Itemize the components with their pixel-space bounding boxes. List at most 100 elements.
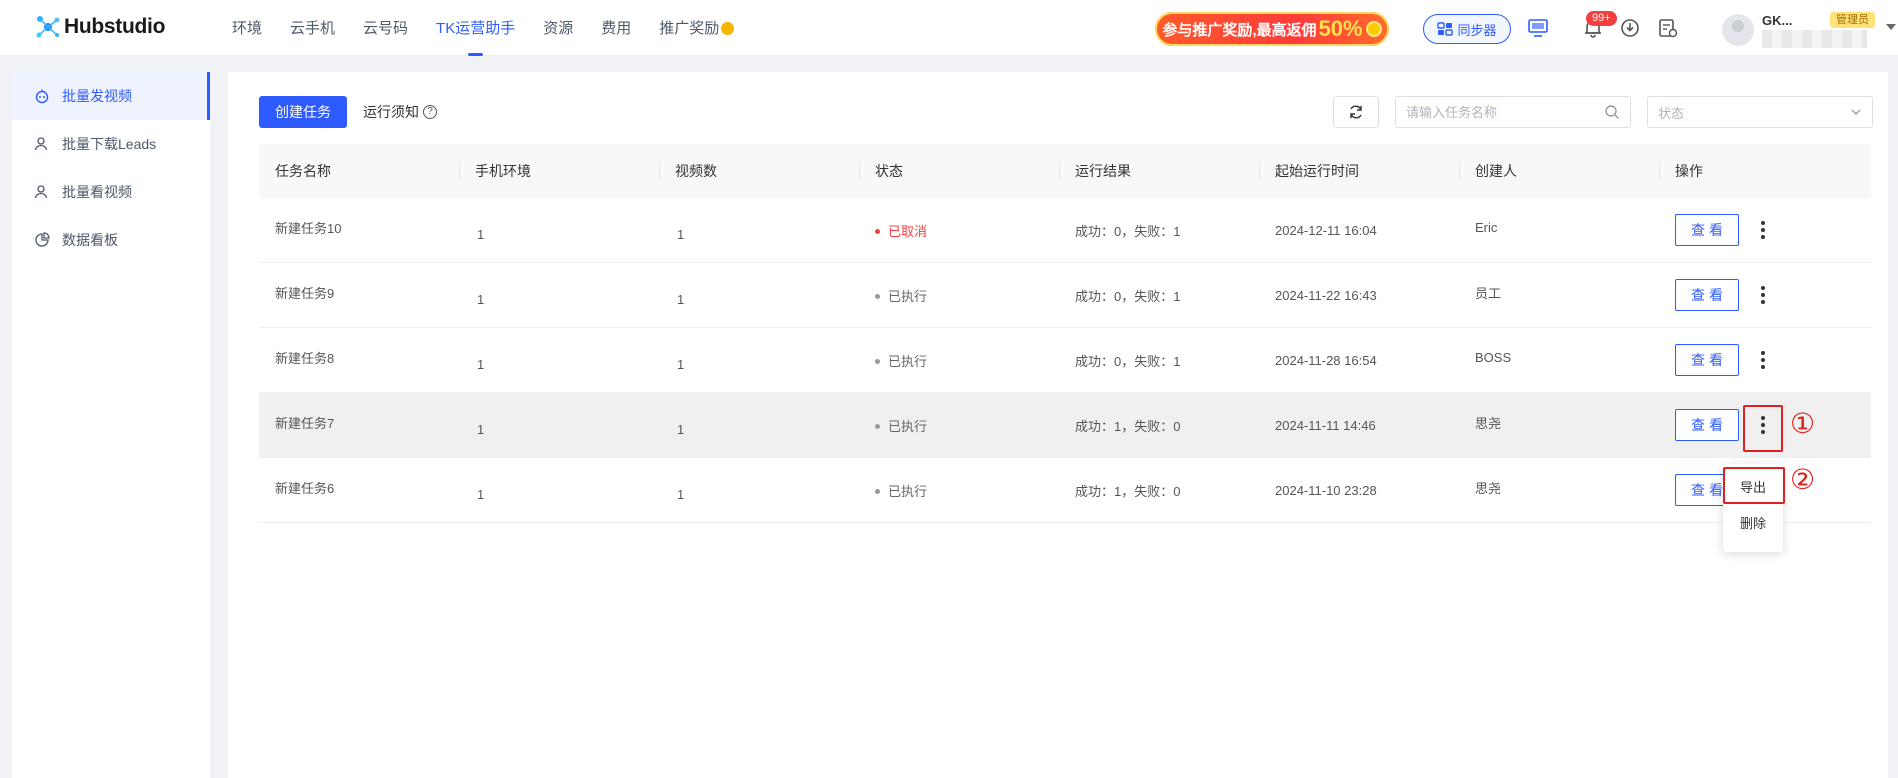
cell-task-name: 新建任务8 bbox=[275, 350, 335, 366]
table-row[interactable]: 新建任务8 1 1 已执行 成功：0，失败：1 2024-11-28 16:54… bbox=[259, 328, 1871, 393]
status-dot bbox=[875, 423, 880, 429]
notification-badge: 99+ bbox=[1586, 11, 1617, 26]
more-vertical-icon[interactable] bbox=[1753, 218, 1773, 242]
promo-banner[interactable]: 参与推广奖励,最高返佣 50% bbox=[1155, 12, 1389, 46]
view-button[interactable]: 查看 bbox=[1675, 344, 1739, 376]
nav-item-tk-assistant[interactable]: TK运营助手 bbox=[436, 0, 515, 56]
status-label: 已执行 bbox=[888, 418, 928, 434]
sidebar-item-dashboard[interactable]: 数据看板 bbox=[12, 216, 210, 264]
column-header-actions: 操作 bbox=[1659, 144, 1871, 198]
view-button[interactable]: 查看 bbox=[1675, 214, 1739, 246]
cell-status: 已执行 bbox=[859, 416, 1059, 435]
nav-item-referral[interactable]: 推广奖励 bbox=[659, 0, 735, 56]
cell-creator: Eric bbox=[1475, 219, 1498, 235]
user-name: GK... bbox=[1762, 13, 1793, 28]
search-icon[interactable] bbox=[1604, 104, 1620, 120]
status-dot bbox=[875, 228, 880, 234]
cell-video-count: 1 bbox=[677, 486, 685, 502]
promo-highlight: 50% bbox=[1318, 16, 1363, 41]
user-info-redacted bbox=[1762, 30, 1867, 48]
table-row[interactable]: 新建任务7 1 1 已执行 成功：1，失败：0 2024-11-11 14:46… bbox=[259, 393, 1871, 458]
task-search-input[interactable] bbox=[1406, 104, 1604, 120]
cell-actions: 查看 bbox=[1659, 214, 1871, 246]
promo-text: 参与推广奖励,最高返佣 bbox=[1162, 21, 1317, 39]
task-settings-icon[interactable] bbox=[1657, 17, 1679, 39]
table-row[interactable]: 新建任务9 1 1 已执行 成功：0，失败：1 2024-11-22 16:43… bbox=[259, 263, 1871, 328]
cell-start-time: 2024-11-22 16:43 bbox=[1275, 287, 1377, 303]
nav-item-billing[interactable]: 费用 bbox=[601, 0, 631, 56]
cell-result: 成功：1，失败：0 bbox=[1075, 418, 1181, 434]
nav-item-cloud-phone[interactable]: 云手机 bbox=[290, 0, 335, 56]
column-header-start-time: 起始运行时间 bbox=[1259, 144, 1459, 198]
cell-actions: 查看 bbox=[1659, 344, 1871, 376]
chevron-down-icon[interactable] bbox=[1886, 24, 1896, 30]
more-vertical-icon[interactable] bbox=[1753, 348, 1773, 372]
user-watch-icon bbox=[34, 185, 48, 199]
nav-item-cloud-number[interactable]: 云号码 bbox=[363, 0, 408, 56]
molecule-logo-icon bbox=[36, 16, 60, 38]
sidebar-item-batch-watch-video[interactable]: 批量看视频 bbox=[12, 168, 210, 216]
column-header-video-count: 视频数 bbox=[659, 144, 859, 198]
coin-icon bbox=[1365, 21, 1382, 37]
cell-phone-env: 1 bbox=[477, 356, 485, 372]
run-notice-link[interactable]: 运行须知 ? bbox=[363, 102, 437, 122]
cell-result: 成功：0，失败：1 bbox=[1075, 223, 1181, 239]
status-dot bbox=[875, 488, 880, 494]
table-row[interactable]: 新建任务6 1 1 已执行 成功：1，失败：0 2024-11-10 23:28… bbox=[259, 458, 1871, 523]
status-select[interactable]: 状态 bbox=[1647, 96, 1873, 128]
cell-status: 已执行 bbox=[859, 351, 1059, 370]
cell-creator: 思尧 bbox=[1475, 415, 1502, 431]
top-navigation-bar: Hubstudio 环境 云手机 云号码 TK运营助手 资源 费用 推广奖励 参… bbox=[0, 0, 1898, 56]
help-icon: ? bbox=[423, 105, 437, 119]
sync-button[interactable]: 同步器 bbox=[1423, 14, 1511, 44]
cell-video-count: 1 bbox=[677, 226, 685, 242]
user-download-icon bbox=[34, 137, 48, 151]
refresh-button[interactable] bbox=[1333, 96, 1379, 128]
view-button[interactable]: 查看 bbox=[1675, 409, 1739, 441]
cell-status: 已执行 bbox=[859, 286, 1059, 305]
sidebar-item-batch-post-video[interactable]: 批量发视频 bbox=[12, 72, 210, 120]
cell-video-count: 1 bbox=[677, 356, 685, 372]
cell-video-count: 1 bbox=[677, 291, 685, 307]
task-search-box[interactable] bbox=[1395, 96, 1631, 128]
cell-creator: BOSS bbox=[1475, 349, 1512, 365]
user-role-badge: 管理员 bbox=[1830, 12, 1875, 28]
status-label: 已执行 bbox=[888, 288, 928, 304]
app-logo[interactable]: Hubstudio bbox=[34, 14, 165, 40]
sync-label: 同步器 bbox=[1457, 22, 1497, 38]
cell-phone-env: 1 bbox=[477, 421, 485, 437]
create-task-button[interactable]: 创建任务 bbox=[259, 96, 347, 128]
sidebar-item-batch-download-leads[interactable]: 批量下载Leads bbox=[12, 120, 210, 168]
sidebar-item-label: 批量发视频 bbox=[62, 88, 132, 104]
chart-pie-icon bbox=[35, 232, 50, 247]
cell-result: 成功：0，失败：1 bbox=[1075, 353, 1181, 369]
cell-result: 成功：0，失败：1 bbox=[1075, 288, 1181, 304]
cell-status: 已执行 bbox=[859, 481, 1059, 500]
cell-task-name: 新建任务6 bbox=[275, 480, 335, 496]
cell-phone-env: 1 bbox=[477, 226, 485, 242]
cell-status: 已取消 bbox=[859, 221, 1059, 240]
cell-video-count: 1 bbox=[677, 421, 685, 437]
nav-item-resources[interactable]: 资源 bbox=[543, 0, 573, 56]
cell-phone-env: 1 bbox=[477, 291, 485, 307]
view-button[interactable]: 查看 bbox=[1675, 279, 1739, 311]
delete-menu-item[interactable]: 删除 bbox=[1723, 506, 1783, 542]
nav-item-environment[interactable]: 环境 bbox=[232, 0, 262, 56]
annotation-number-one: ① bbox=[1790, 407, 1816, 440]
status-label: 已执行 bbox=[888, 353, 928, 369]
upload-robot-icon bbox=[35, 89, 49, 104]
user-avatar[interactable] bbox=[1722, 14, 1754, 46]
cell-phone-env: 1 bbox=[477, 486, 485, 502]
monitor-icon[interactable] bbox=[1527, 17, 1549, 39]
status-label: 已执行 bbox=[888, 483, 928, 499]
cell-task-name: 新建任务10 bbox=[275, 220, 342, 236]
logo-text: Hubstudio bbox=[64, 15, 166, 38]
column-header-task-name: 任务名称 bbox=[275, 163, 331, 179]
cell-start-time: 2024-11-28 16:54 bbox=[1275, 352, 1377, 368]
more-vertical-icon[interactable] bbox=[1753, 283, 1773, 307]
table-header: 任务名称 手机环境 视频数 状态 运行结果 起始运行时间 创建人 操作 bbox=[259, 144, 1871, 198]
cell-start-time: 2024-12-11 16:04 bbox=[1275, 222, 1377, 238]
table-row[interactable]: 新建任务10 1 1 已取消 成功：0，失败：1 2024-12-11 16:0… bbox=[259, 198, 1871, 263]
page-scrollbar[interactable] bbox=[1888, 72, 1898, 778]
download-history-icon[interactable] bbox=[1619, 17, 1641, 39]
